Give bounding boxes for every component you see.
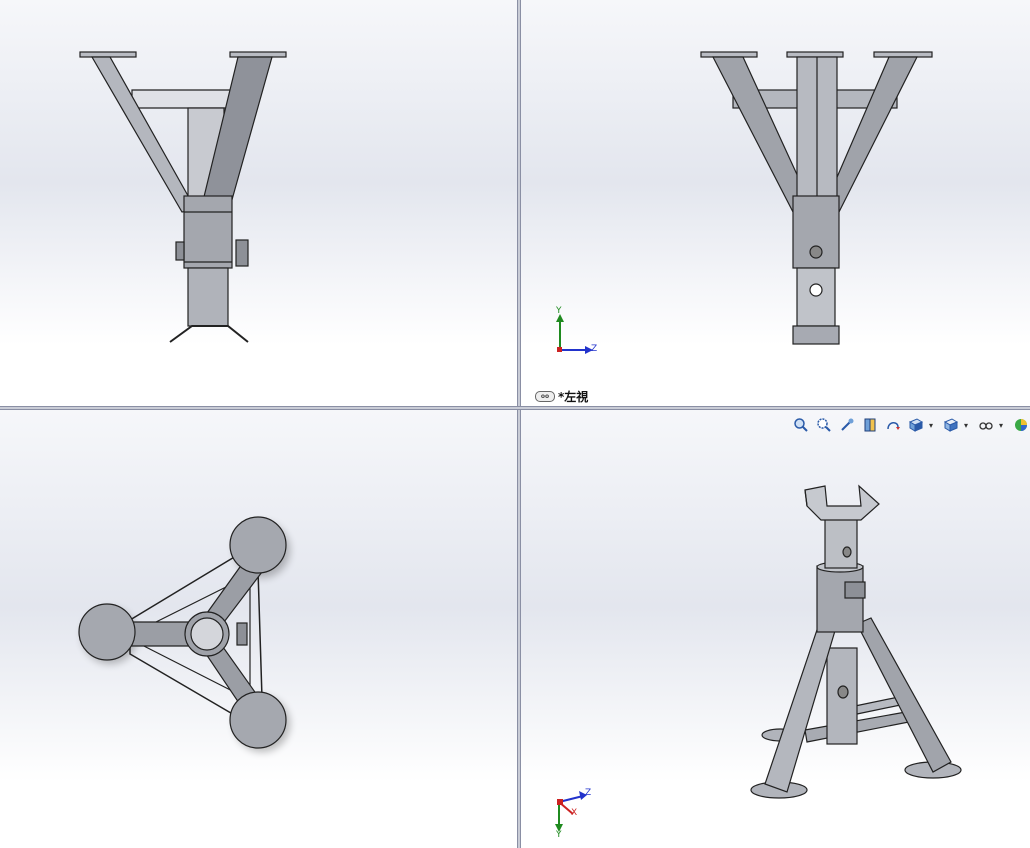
viewport-top[interactable] xyxy=(0,410,517,848)
viewport-splitter-vertical[interactable] xyxy=(517,0,521,848)
glasses-icon: oo xyxy=(535,391,555,402)
triad-z-label: Z xyxy=(585,788,592,798)
viewport-front[interactable] xyxy=(0,0,517,406)
axis-triad xyxy=(556,314,593,354)
top-view-drawing xyxy=(78,516,290,752)
axis-triad xyxy=(555,791,587,832)
triad-y-label: Y xyxy=(556,830,562,840)
triad-y-label: Y xyxy=(556,306,562,316)
viewport-isometric[interactable]: ▾ ▾ ▾ Z X Y xyxy=(521,410,1030,848)
front-view-drawing xyxy=(79,51,287,343)
view-label-text: *左視 xyxy=(558,390,589,404)
viewport-left[interactable]: Y Z oo *左視 xyxy=(521,0,1030,406)
triad-x-label: X xyxy=(571,808,578,818)
viewport-splitter-horizontal[interactable] xyxy=(0,406,1030,410)
triad-z-label: Z xyxy=(591,344,598,354)
view-label: oo *左視 xyxy=(535,388,588,405)
